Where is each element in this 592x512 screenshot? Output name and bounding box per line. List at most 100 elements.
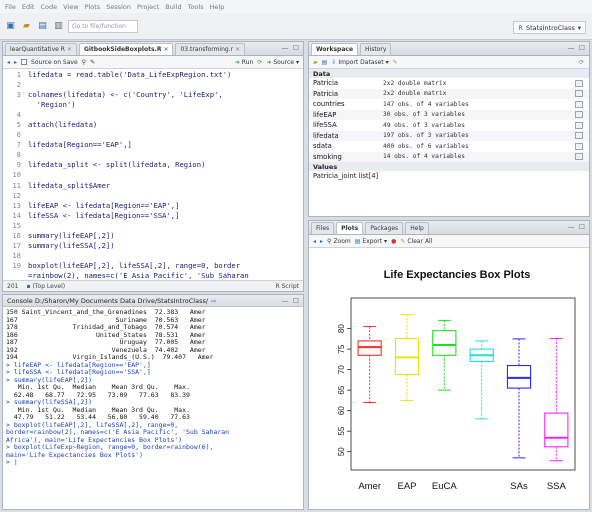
broom-icon[interactable]: ✎	[393, 59, 398, 66]
workspace-row[interactable]: lifeEAP 30 obs. of 3 variables	[309, 109, 589, 120]
console-output[interactable]: 150 Saint_Vincent_and_the_Grenadines 72.…	[3, 307, 303, 467]
grid-view-icon[interactable]	[575, 90, 583, 98]
code-line: 16 summary(lifeEAP[,2])	[3, 231, 303, 241]
plots-tab-3[interactable]: Help	[405, 222, 429, 234]
grid-view-icon[interactable]	[575, 142, 583, 150]
object-value: 2x2 double matrix	[383, 79, 447, 87]
line-number: 2	[16, 80, 21, 90]
search-icon[interactable]: ⚲	[82, 59, 86, 66]
values-row[interactable]: Patricia_joint list[4]	[309, 171, 589, 182]
editor-tab-0[interactable]: learQuantitative R ×	[5, 43, 77, 55]
broom-icon: ✎	[400, 237, 406, 245]
line-number: 19	[12, 260, 21, 270]
plots-tab-0[interactable]: Files	[311, 222, 335, 234]
editor-tab-1[interactable]: GitbookSideBoxplots.R ×	[78, 43, 174, 55]
box-EuCA	[432, 330, 457, 356]
plots-window-controls[interactable]: — ☐	[567, 223, 586, 231]
code-line: 17 summary(lifeSSA[,2])	[3, 241, 303, 251]
line-text: lifedata_split$Amer	[28, 180, 111, 190]
zoom-button[interactable]: ⚲ Zoom	[327, 238, 351, 245]
print-icon[interactable]: ▥	[52, 20, 65, 33]
rerun-icon[interactable]: ⟳	[257, 59, 262, 66]
workspace-row[interactable]: sdata 400 obs. of 6 variables	[309, 141, 589, 152]
save-workspace-icon[interactable]: ▤	[322, 59, 328, 66]
forward-icon[interactable]: ▸	[14, 59, 17, 66]
close-icon[interactable]: ×	[235, 46, 240, 53]
workspace-row[interactable]: countries 147 obs. of 4 variables	[309, 99, 589, 110]
next-plot-icon[interactable]: ▸	[320, 238, 323, 245]
menu-item-file[interactable]: File	[5, 3, 16, 11]
remove-plot-icon[interactable]: ●	[391, 238, 396, 245]
object-value: 2x2 double matrix	[383, 90, 447, 98]
line-text: lifeSSA <- lifedata[Region=='SSA',]	[28, 210, 180, 220]
line-text: lifedata_split <- split(lifedata, Region…	[28, 160, 206, 170]
workspace-tab-0[interactable]: Workspace	[311, 43, 359, 55]
tab-label: Files	[316, 225, 330, 232]
menu-item-plots[interactable]: Plots	[85, 3, 101, 11]
line-number: 14	[12, 210, 21, 220]
y-tick-label: 50	[337, 447, 346, 456]
close-icon[interactable]: ×	[67, 46, 72, 53]
menu-item-edit[interactable]: Edit	[22, 3, 35, 11]
save-icon[interactable]: ▤	[36, 20, 49, 33]
menu-item-build[interactable]: Build	[165, 3, 181, 11]
menu-item-help[interactable]: Help	[210, 3, 225, 11]
grid-view-icon[interactable]	[575, 79, 583, 87]
workspace-row[interactable]: lifeSSA 49 obs. of 3 variables	[309, 120, 589, 131]
run-button[interactable]: ➜ Run	[235, 59, 254, 66]
menu-item-tools[interactable]: Tools	[188, 3, 204, 11]
import-dataset-button[interactable]: ⇩ Import Dataset ▾	[331, 59, 388, 66]
console-window-controls[interactable]: — ☐	[281, 297, 300, 305]
grid-view-icon[interactable]	[575, 100, 583, 108]
grid-view-icon[interactable]	[575, 111, 583, 119]
clear-all-button[interactable]: ✎ Clear All	[400, 238, 432, 245]
grid-view-icon[interactable]	[575, 132, 583, 140]
load-icon[interactable]: ▰	[313, 59, 318, 66]
code-line: 3 colnames(lifedata) <- c('Country', 'Lif…	[3, 90, 303, 100]
source-button[interactable]: ➜ Source ▾	[266, 59, 299, 66]
workspace-row[interactable]: Patricia 2x2 double matrix	[309, 88, 589, 99]
code-area[interactable]: 1 lifedata = read.table('Data_LifeExpRegi…	[3, 69, 303, 291]
code-line: 19 boxplot(lifeEAP[,2], lifeSSA[,2], rang…	[3, 261, 303, 271]
source-on-save-checkbox[interactable]	[21, 59, 28, 65]
workspace-window-controls[interactable]: — ☐	[567, 44, 586, 52]
refresh-icon[interactable]: ⟳	[579, 59, 584, 66]
prev-plot-icon[interactable]: ◂	[313, 238, 316, 245]
scope-selector[interactable]: ▪ (Top Level)	[26, 283, 65, 290]
source-editor-pane: learQuantitative R × GitbookSideBoxplots.R…	[2, 41, 304, 292]
line-number: 10	[12, 170, 21, 180]
plots-tab-2[interactable]: Packages	[365, 222, 404, 234]
close-icon[interactable]: ×	[163, 46, 168, 53]
workspace-row[interactable]: lifedata 197 obs. of 3 variables	[309, 130, 589, 141]
file-type[interactable]: R Script	[276, 283, 299, 290]
back-icon[interactable]: ◂	[7, 59, 10, 66]
new-file-icon[interactable]: ▣	[4, 20, 17, 33]
line-number: 12	[12, 190, 21, 200]
line-text: colnames(lifedata) <- c('Country', 'Life…	[28, 90, 223, 100]
scope-label: (Top Level)	[32, 282, 66, 290]
import-icon: ⇩	[331, 58, 337, 66]
pane-window-controls[interactable]: — ☐	[281, 44, 300, 52]
menu-item-session[interactable]: Session	[106, 3, 131, 11]
project-menu[interactable]: R StatsIntroClass ▾	[513, 21, 586, 34]
grid-view-icon[interactable]	[575, 121, 583, 129]
object-name: countries	[313, 100, 345, 109]
menu-item-code[interactable]: Code	[40, 3, 57, 11]
workspace-tab-1[interactable]: History	[360, 43, 392, 55]
plots-tab-1[interactable]: Plots	[336, 222, 364, 234]
tab-label: Packages	[370, 225, 399, 232]
wand-icon[interactable]: ✎	[90, 59, 95, 66]
menu-item-view[interactable]: View	[63, 3, 78, 11]
arrow-icon[interactable]: ⇨	[211, 297, 216, 305]
goto-file-input[interactable]: Go to file/function	[68, 19, 138, 33]
line-text: lifedata[Region=='EAP',]	[28, 140, 132, 150]
editor-tab-2[interactable]: 03.transforming.r ×	[175, 43, 246, 55]
workspace-row[interactable]: smoking 14 obs. of 4 variables	[309, 151, 589, 162]
grid-view-icon[interactable]	[575, 153, 583, 161]
menu-item-project[interactable]: Project	[137, 3, 159, 11]
workspace-row[interactable]: Patricia 2x2 double matrix	[309, 78, 589, 89]
open-file-icon[interactable]: ▰	[20, 20, 33, 33]
y-tick-label: 70	[337, 365, 346, 374]
export-button[interactable]: ▤ Export ▾	[355, 238, 387, 245]
run-label: Run	[241, 58, 254, 66]
